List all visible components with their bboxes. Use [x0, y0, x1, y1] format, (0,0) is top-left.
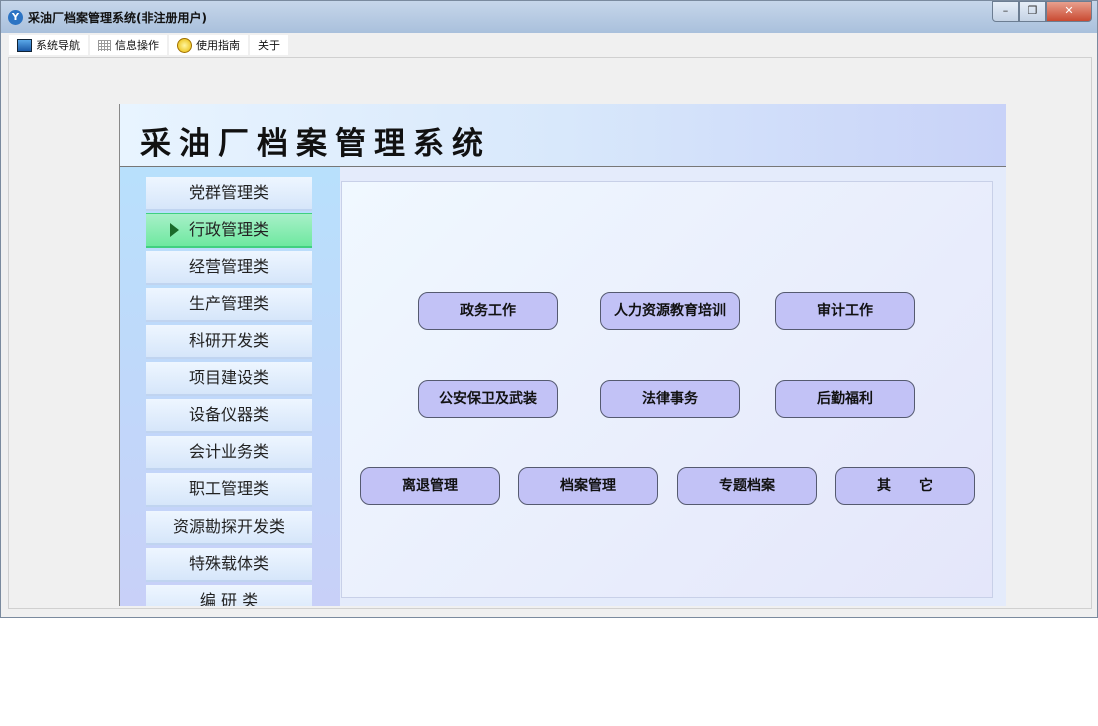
- category-button[interactable]: 专题档案: [677, 467, 817, 505]
- menu-info-ops[interactable]: 信息操作: [90, 35, 167, 55]
- app-logo-icon: Y: [8, 10, 23, 25]
- menu-label: 使用指南: [196, 39, 240, 52]
- category-button[interactable]: 其 它: [835, 467, 975, 505]
- category-button[interactable]: 政务工作: [418, 292, 558, 330]
- minimize-button[interactable]: –: [992, 1, 1019, 22]
- window-icon: [17, 38, 32, 52]
- sidebar-item-active[interactable]: 行政管理类: [146, 213, 312, 248]
- sidebar-item[interactable]: 编 研 类: [146, 585, 312, 606]
- sidebar-item[interactable]: 特殊载体类: [146, 548, 312, 582]
- category-button[interactable]: 公安保卫及武装: [418, 380, 558, 418]
- help-icon: [177, 37, 192, 53]
- category-button[interactable]: 法律事务: [600, 380, 740, 418]
- maximize-button[interactable]: ❐: [1019, 1, 1046, 22]
- sidebar-item[interactable]: 资源勘探开发类: [146, 511, 312, 545]
- sidebar-item[interactable]: 生产管理类: [146, 288, 312, 322]
- menu-about[interactable]: 关于: [250, 35, 288, 55]
- category-button[interactable]: 审计工作: [775, 292, 915, 330]
- sidebar-item[interactable]: 科研开发类: [146, 325, 312, 359]
- sidebar-item[interactable]: 设备仪器类: [146, 399, 312, 433]
- category-button[interactable]: 离退管理: [360, 467, 500, 505]
- category-button[interactable]: 后勤福利: [775, 380, 915, 418]
- app-window: Y 采油厂档案管理系统(非注册用户) – ❐ ✕ 系统导航 信息操作 使用指南 …: [0, 0, 1098, 618]
- sidebar-item[interactable]: 经营管理类: [146, 251, 312, 285]
- header: 采油厂档案管理系统: [120, 104, 1006, 167]
- category-button[interactable]: 人力资源教育培训: [600, 292, 740, 330]
- arrow-right-icon: [170, 223, 179, 237]
- page-title: 采油厂档案管理系统: [140, 126, 491, 162]
- menu-system-nav[interactable]: 系统导航: [9, 35, 88, 55]
- menu-label: 关于: [258, 39, 280, 52]
- menu-bar: 系统导航 信息操作 使用指南 关于: [9, 35, 288, 55]
- sidebar-item[interactable]: 职工管理类: [146, 473, 312, 507]
- close-button[interactable]: ✕: [1046, 1, 1092, 22]
- menu-label: 信息操作: [115, 39, 159, 52]
- grid-icon: [98, 39, 111, 51]
- menu-label: 系统导航: [36, 39, 80, 52]
- menu-guide[interactable]: 使用指南: [169, 35, 248, 55]
- category-button[interactable]: 档案管理: [518, 467, 658, 505]
- sidebar-item-label: 行政管理类: [188, 220, 269, 239]
- sidebar-item[interactable]: 项目建设类: [146, 362, 312, 396]
- sidebar-item[interactable]: 党群管理类: [146, 177, 312, 211]
- sidebar-item[interactable]: 会计业务类: [146, 436, 312, 470]
- main-panel: 采油厂档案管理系统 党群管理类 行政管理类 经营管理类 生产管理类 科研开发类 …: [119, 104, 1006, 606]
- window-title: 采油厂档案管理系统(非注册用户): [28, 11, 207, 25]
- sidebar: 党群管理类 行政管理类 经营管理类 生产管理类 科研开发类 项目建设类 设备仪器…: [120, 167, 340, 606]
- title-bar: Y 采油厂档案管理系统(非注册用户) – ❐ ✕: [1, 1, 1097, 33]
